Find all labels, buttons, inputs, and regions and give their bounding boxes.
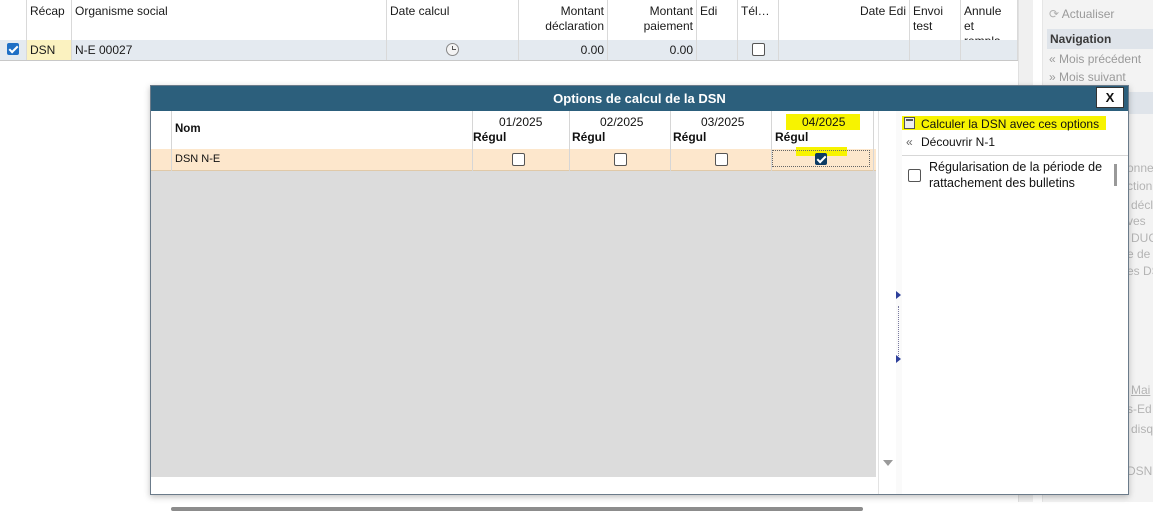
options-side-panel: Calculer la DSN avec ces options « Décou… — [902, 111, 1128, 494]
double-chevron-left-icon[interactable]: « — [906, 135, 913, 149]
regularisation-label[interactable]: Régularisation de la période de rattache… — [929, 159, 1109, 191]
row-name: DSN N-E — [175, 153, 221, 165]
splitter-grip[interactable] — [898, 306, 900, 356]
clock-icon[interactable] — [446, 43, 459, 56]
options-grid-header: Nom 01/2025 02/2025 03/2025 04/2025 Régu… — [151, 111, 876, 150]
grid-header-row: Récap Organisme social Date calcul Monta… — [0, 0, 1032, 41]
action-fragment[interactable]: Mai — [1131, 383, 1150, 397]
select-column-header[interactable] — [0, 0, 27, 40]
action-fragment[interactable]: ves — [1127, 214, 1146, 228]
regul-checkbox-checked[interactable] — [815, 153, 827, 165]
scroll-down-icon[interactable] — [883, 460, 893, 466]
action-fragment[interactable]: disqu — [1131, 422, 1153, 436]
regul-header[interactable]: Régul — [673, 130, 706, 144]
table-row[interactable]: DSN N-E 00027 0.00 0.00 — [0, 40, 1018, 61]
close-button[interactable]: X — [1096, 87, 1124, 108]
month-header: 02/2025 — [600, 115, 644, 129]
cell-tel — [738, 40, 779, 60]
col-header-annule-remplace[interactable]: Annule et rempla… — [961, 0, 1018, 40]
horizontal-scrollbar[interactable] — [171, 507, 863, 511]
nom-header[interactable]: Nom — [175, 123, 201, 135]
mois-precedent-action[interactable]: « Mois précédent — [1049, 52, 1141, 66]
calculer-dsn-link[interactable]: Calculer la DSN avec ces options — [921, 117, 1099, 131]
month-header: 04/2025 — [802, 115, 846, 129]
col-header-edi[interactable]: Edi — [697, 0, 738, 40]
column-divider — [472, 111, 473, 171]
col-header-date-calcul[interactable]: Date calcul — [387, 0, 519, 40]
action-fragment[interactable]: es DS — [1127, 264, 1153, 278]
options-grid: Nom 01/2025 02/2025 03/2025 04/2025 Régu… — [151, 111, 878, 511]
action-fragment[interactable]: décl — [1131, 198, 1153, 212]
regularisation-checkbox[interactable] — [908, 169, 921, 182]
mois-suivant-action[interactable]: » Mois suivant — [1049, 70, 1126, 84]
col-header-montant-paiement[interactable]: Montant paiement — [608, 0, 697, 40]
navigation-header: Navigation — [1047, 29, 1153, 49]
action-fragment[interactable]: DSN — [1127, 464, 1152, 478]
double-chevron-right-icon: » — [1049, 70, 1056, 84]
column-divider — [873, 111, 874, 171]
column-divider — [171, 111, 172, 171]
table-row[interactable]: DSN N-E — [151, 147, 876, 171]
cell-date-edi — [779, 40, 910, 60]
column-divider — [569, 111, 570, 171]
grid-empty-area — [151, 171, 876, 477]
options-scrollbar[interactable] — [1114, 164, 1117, 186]
cell-recap: DSN — [27, 40, 72, 60]
mois-suivant-label: Mois suivant — [1059, 70, 1126, 84]
cell-montant-declaration: 0.00 — [519, 40, 608, 60]
cell-annule — [961, 40, 1018, 60]
cell-date-calcul — [387, 40, 519, 60]
month-header: 01/2025 — [499, 115, 543, 129]
splitter-arrow-icon[interactable] — [896, 291, 901, 299]
regul-checkbox[interactable] — [512, 153, 525, 166]
dsn-options-dialog: Options de calcul de la DSN X Nom 01/202… — [150, 85, 1129, 511]
cell-organisme: N-E 00027 — [72, 40, 387, 60]
decouvrir-n1-link[interactable]: Découvrir N-1 — [921, 135, 995, 149]
splitter-arrow-icon[interactable] — [896, 355, 901, 363]
row-select-cell[interactable] — [0, 40, 27, 60]
regul-header[interactable]: Régul — [473, 130, 506, 144]
column-divider — [670, 111, 671, 171]
regul-header[interactable]: Régul — [775, 130, 808, 144]
col-header-envoi-test[interactable]: Envoi test — [910, 0, 961, 40]
row-checkbox-checked[interactable] — [7, 43, 19, 55]
actualiser-label: Actualiser — [1061, 7, 1115, 21]
month-header: 03/2025 — [701, 115, 745, 129]
action-fragment[interactable]: s-Ed — [1127, 402, 1152, 416]
regul-checkbox[interactable] — [614, 153, 627, 166]
regul-header[interactable]: Régul — [572, 130, 605, 144]
col-header-organisme-social[interactable]: Organisme social — [72, 0, 387, 40]
col-header-recap[interactable]: Récap — [27, 0, 72, 40]
action-fragment[interactable]: onne — [1127, 161, 1153, 175]
action-fragment[interactable]: ction — [1127, 179, 1152, 193]
regul-checkbox[interactable] — [715, 153, 728, 166]
col-header-tel[interactable]: Tél… — [738, 0, 779, 40]
cell-edi — [697, 40, 738, 60]
section-header-partial — [1127, 92, 1153, 114]
actualiser-action[interactable]: ⟳ Actualiser — [1049, 7, 1114, 21]
double-chevron-left-icon: « — [1049, 52, 1056, 66]
action-fragment[interactable]: e de D — [1127, 247, 1153, 261]
cell-montant-paiement: 0.00 — [608, 40, 697, 60]
mois-precedent-label: Mois précédent — [1059, 52, 1142, 66]
action-fragment[interactable]: DUC — [1131, 231, 1153, 245]
dialog-title: Options de calcul de la DSN — [151, 86, 1128, 111]
refresh-icon: ⟳ — [1049, 7, 1060, 21]
col-header-date-edi[interactable]: Date Edi — [779, 0, 910, 40]
options-grid-vertical-scrollbar[interactable] — [878, 111, 897, 494]
dsn-list-grid: Récap Organisme social Date calcul Monta… — [0, 0, 1032, 62]
calculator-icon[interactable] — [904, 117, 915, 129]
cell-envoi-test — [910, 40, 961, 60]
divider — [902, 155, 1128, 156]
col-header-montant-declaration[interactable]: Montant déclaration — [519, 0, 608, 40]
regularisation-option[interactable]: Régularisation de la période de rattache… — [906, 159, 1118, 199]
column-divider — [771, 111, 772, 171]
tel-checkbox[interactable] — [752, 43, 765, 56]
